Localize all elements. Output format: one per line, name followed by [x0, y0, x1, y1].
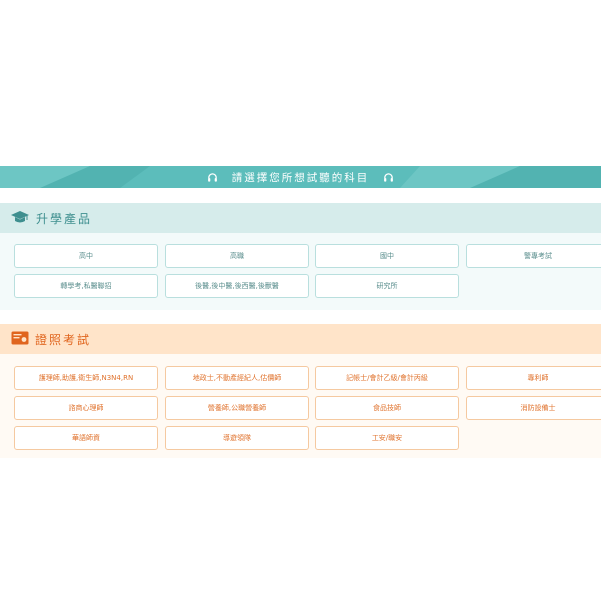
subject-button[interactable]: 食品技師 — [315, 396, 459, 420]
section-title: 證照考試 — [35, 332, 92, 347]
subject-button[interactable]: 地政士,不動產經紀人,估價師 — [165, 366, 309, 390]
subject-button[interactable]: 諮商心理師 — [14, 396, 158, 420]
subject-button[interactable]: 高中 — [14, 244, 158, 268]
headphones-icon — [207, 172, 218, 183]
subject-button[interactable]: 國中 — [315, 244, 459, 268]
subject-button[interactable]: 後醫,後中醫,後西醫,後獸醫 — [165, 274, 309, 298]
subject-button[interactable]: 記帳士/會計乙級/會計丙級 — [315, 366, 459, 390]
subject-button[interactable]: 研究所 — [315, 274, 459, 298]
section-header-academic: 升學產品 — [0, 203, 601, 233]
subject-button[interactable]: 工安/職安 — [315, 426, 459, 450]
subject-button[interactable]: 專利師 — [466, 366, 601, 390]
subject-button[interactable]: 高職 — [165, 244, 309, 268]
subject-button[interactable]: 警專考試 — [466, 244, 601, 268]
subject-banner: 請選擇您所想試聽的科目 — [0, 166, 601, 188]
subject-button[interactable]: 華語師資 — [14, 426, 158, 450]
headphones-icon — [383, 172, 394, 183]
subject-button[interactable]: 營養師,公職營養師 — [165, 396, 309, 420]
subject-button[interactable]: 消防設備士 — [466, 396, 601, 420]
section-title: 升學產品 — [36, 211, 93, 226]
subject-button[interactable]: 護理師,助護,衛生師,N3N4,RN — [14, 366, 158, 390]
graduation-cap-icon — [10, 209, 30, 228]
subject-button[interactable]: 導遊領隊 — [165, 426, 309, 450]
section-header-certificate: 證照考試 — [0, 324, 601, 354]
banner-title: 請選擇您所想試聽的科目 — [231, 171, 370, 184]
certificate-icon — [11, 330, 29, 349]
subject-button[interactable]: 轉學考,私醫聯招 — [14, 274, 158, 298]
section-body-academic: 高中 高職 國中 警專考試 轉學考,私醫聯招 後醫,後中醫,後西醫,後獸醫 研究… — [0, 233, 601, 310]
section-body-certificate: 護理師,助護,衛生師,N3N4,RN 地政士,不動產經紀人,估價師 記帳士/會計… — [0, 354, 601, 458]
